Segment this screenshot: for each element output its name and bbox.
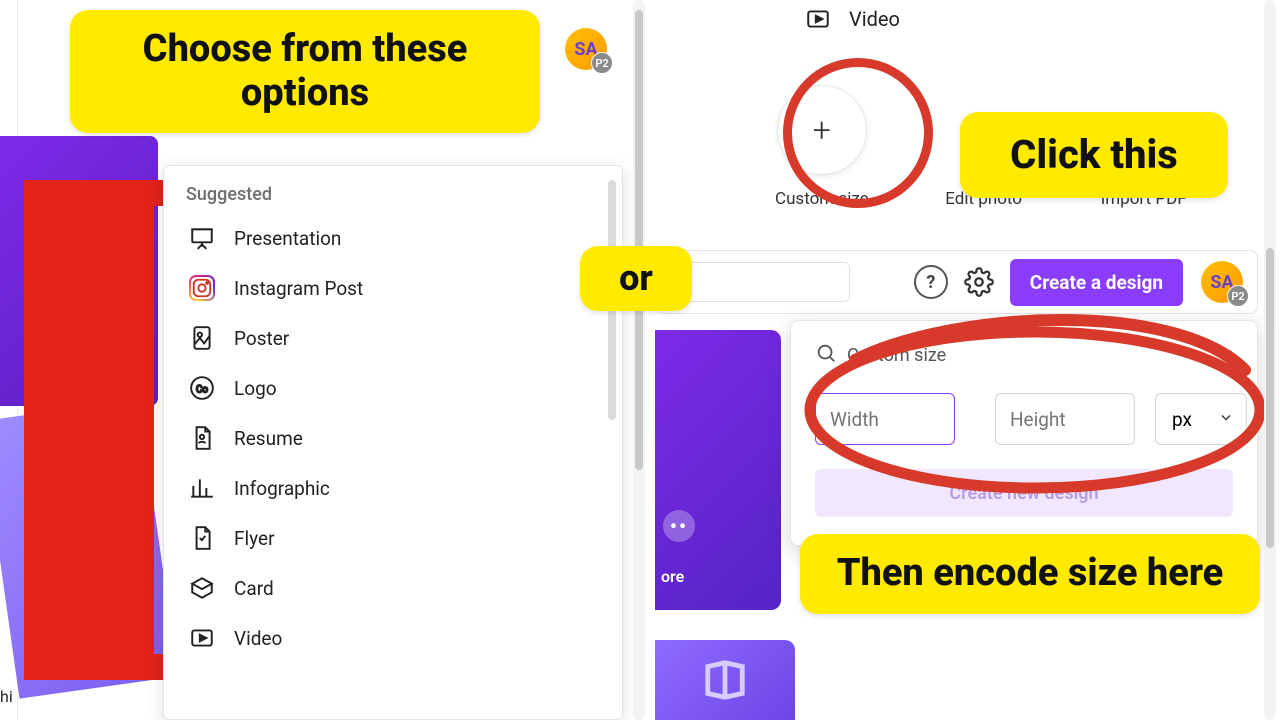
- close-icon[interactable]: ×: [1220, 341, 1233, 369]
- flyer-icon: [188, 524, 216, 552]
- height-input[interactable]: [995, 393, 1135, 445]
- account-avatar[interactable]: SAP2: [1201, 261, 1243, 303]
- size-inputs-row: px: [815, 393, 1233, 445]
- tile-label: Custom size: [775, 189, 869, 209]
- dd-label: Video: [234, 627, 282, 650]
- dd-label: Flyer: [234, 527, 275, 550]
- video-icon: [805, 6, 831, 32]
- create-new-design-button[interactable]: Create new design: [815, 469, 1233, 517]
- create-design-button[interactable]: Create a design: [1010, 259, 1183, 306]
- dd-item-card[interactable]: Card: [186, 563, 600, 613]
- settings-icon[interactable]: [962, 265, 996, 299]
- dd-label: Card: [234, 577, 274, 600]
- account-avatar[interactable]: SAP2: [565, 28, 607, 70]
- help-icon[interactable]: ?: [914, 265, 948, 299]
- dd-label: Infographic: [234, 477, 330, 500]
- list-item-video-tail[interactable]: Video: [805, 6, 900, 32]
- top-header-bar: ? Create a design SAP2: [655, 250, 1258, 314]
- dd-item-logo[interactable]: Co Logo: [186, 363, 600, 413]
- chevron-down-icon: [1218, 408, 1234, 431]
- dd-label: Resume: [234, 427, 303, 450]
- avatar-plan-badge: P2: [591, 52, 613, 74]
- dd-item-poster[interactable]: Poster: [186, 313, 600, 363]
- dd-label: Poster: [234, 327, 289, 350]
- dd-label: Instagram Post: [234, 277, 363, 300]
- search-input[interactable]: [670, 262, 850, 302]
- card-icon: [188, 574, 216, 602]
- svg-text:Co: Co: [196, 384, 208, 395]
- video-icon: [188, 624, 216, 652]
- annotation-encode-size: Then encode size here: [800, 534, 1260, 614]
- custom-size-popover: Custom size × px Create new design: [790, 320, 1258, 546]
- dd-item-flyer[interactable]: Flyer: [186, 513, 600, 563]
- list-item-label: Video: [849, 7, 900, 31]
- template-thumbnail[interactable]: [655, 640, 795, 720]
- dd-item-infographic[interactable]: Infographic: [186, 463, 600, 513]
- tile-custom-size[interactable]: + Custom size: [775, 85, 869, 209]
- presentation-icon: [188, 224, 216, 252]
- right-page-scrollbar[interactable]: [1264, 0, 1276, 720]
- dd-label: Logo: [234, 377, 277, 400]
- search-icon: [815, 342, 837, 369]
- dropdown-heading: Suggested: [186, 184, 600, 205]
- poster-icon: [188, 324, 216, 352]
- plus-icon: +: [777, 85, 867, 175]
- infographic-icon: [188, 474, 216, 502]
- annotation-click-this: Click this: [960, 112, 1228, 198]
- left-page-scrollbar[interactable]: [633, 0, 645, 720]
- popover-title: Custom size: [847, 345, 946, 366]
- annotation-red-bracket: [24, 180, 154, 680]
- dd-item-instagram[interactable]: Instagram Post: [186, 263, 600, 313]
- logo-icon: Co: [188, 374, 216, 402]
- unit-select[interactable]: px: [1155, 393, 1247, 445]
- annotation-choose-options: Choose from these options: [70, 10, 540, 133]
- dd-item-presentation[interactable]: Presentation: [186, 213, 600, 263]
- banner-more-label[interactable]: ore: [661, 567, 684, 586]
- promo-banner-purple: •• ore: [655, 330, 781, 610]
- width-input[interactable]: [815, 393, 955, 445]
- design-type-dropdown: Suggested Presentation Instagram Post Po…: [163, 165, 623, 720]
- unit-value: px: [1172, 408, 1192, 431]
- booklet-icon: [702, 657, 748, 703]
- dd-item-video[interactable]: Video: [186, 613, 600, 663]
- more-icon[interactable]: ••: [663, 510, 695, 542]
- dd-item-resume[interactable]: Resume: [186, 413, 600, 463]
- truncated-caption: hi: [0, 687, 13, 706]
- annotation-or: or: [580, 246, 692, 311]
- dd-label: Presentation: [234, 227, 341, 250]
- instagram-icon: [188, 274, 216, 302]
- resume-icon: [188, 424, 216, 452]
